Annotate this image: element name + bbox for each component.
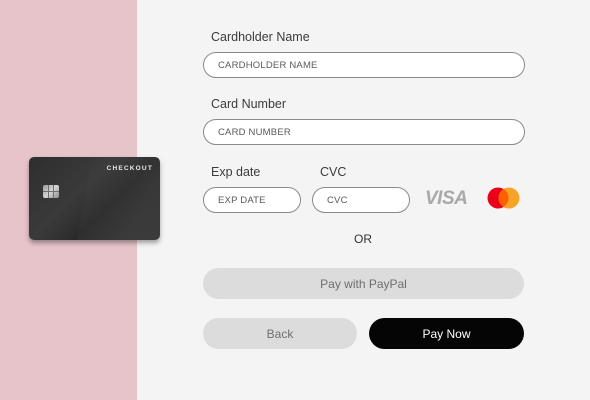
cvc-input[interactable] [312, 187, 410, 213]
card-chip-icon [43, 185, 59, 198]
back-button[interactable]: Back [203, 318, 357, 349]
pay-with-paypal-button[interactable]: Pay with PayPal [203, 268, 524, 299]
or-divider-text: OR [354, 232, 372, 246]
card-number-input[interactable] [203, 119, 525, 145]
card-brand-text: CHECKOUT [106, 165, 153, 172]
cardholder-name-label: Cardholder Name [211, 30, 310, 44]
pay-now-button[interactable]: Pay Now [369, 318, 524, 349]
credit-card-illustration: CHECKOUT [29, 157, 160, 240]
cardholder-name-input[interactable] [203, 52, 525, 78]
exp-date-input[interactable] [203, 187, 301, 213]
card-number-label: Card Number [211, 97, 287, 111]
visa-logo: VISA [425, 188, 468, 209]
cvc-label: CVC [320, 165, 347, 179]
mastercard-icon [487, 187, 520, 209]
exp-date-label: Exp date [211, 165, 261, 179]
